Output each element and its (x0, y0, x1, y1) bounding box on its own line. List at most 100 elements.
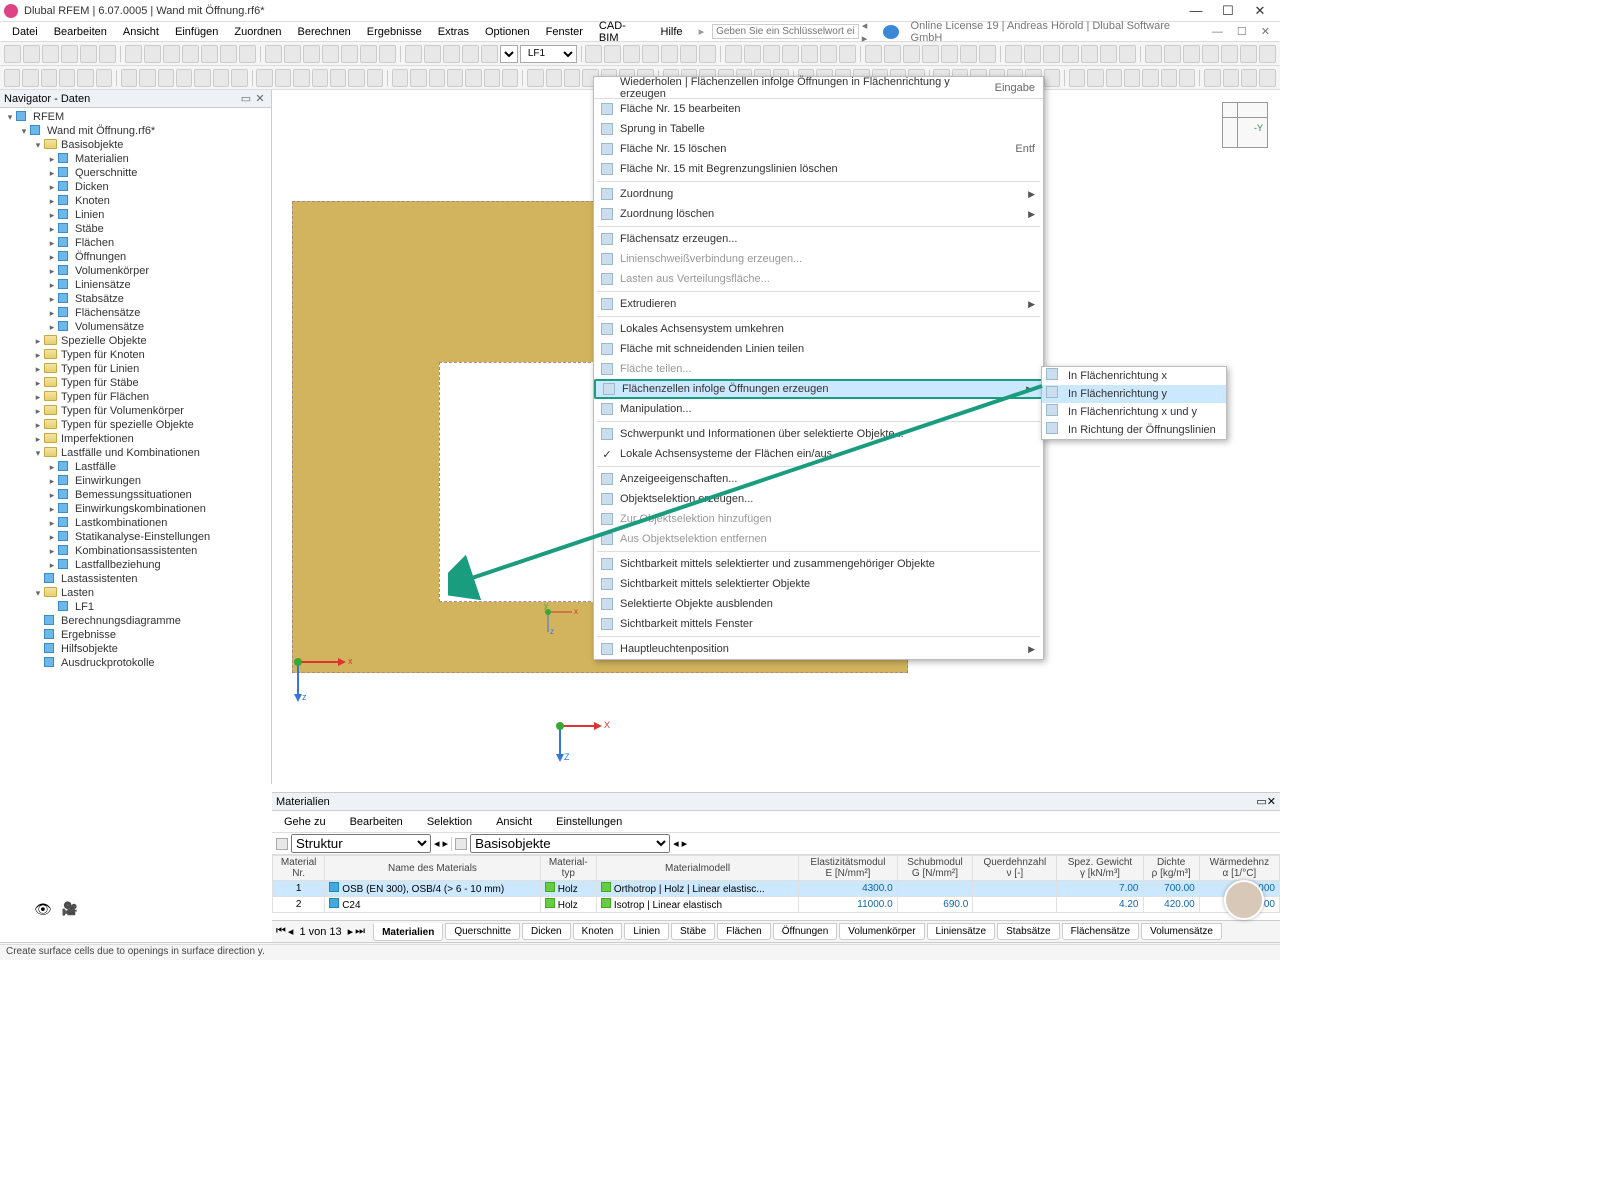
toolbar-button[interactable] (1100, 45, 1117, 63)
ctx-item[interactable]: Zuordnung löschen▶ (594, 204, 1043, 224)
tab-volumensätze[interactable]: Volumensätze (1141, 923, 1222, 940)
ctx-item[interactable]: Fläche Nr. 15 mit Begrenzungslinien lösc… (594, 159, 1043, 179)
tree-row[interactable]: ▸Typen für Linien (4, 362, 267, 376)
toolbar-button[interactable] (99, 45, 116, 63)
tab-dicken[interactable]: Dicken (522, 923, 571, 940)
toolbar-button[interactable] (4, 45, 21, 63)
toolbar-button[interactable] (330, 69, 346, 87)
ctx-item[interactable]: Sichtbarkeit mittels Fenster (594, 614, 1043, 634)
toolbar-button[interactable] (1081, 45, 1098, 63)
camera-icon[interactable]: 🎥 (62, 901, 78, 917)
toolbar-button[interactable] (1087, 69, 1103, 87)
toolbar-button[interactable] (604, 45, 621, 63)
toolbar-button[interactable] (239, 45, 256, 63)
toolbar-button[interactable] (546, 69, 562, 87)
toolbar-button[interactable] (265, 45, 282, 63)
ctx-item[interactable]: Fläche Nr. 15 bearbeiten (594, 99, 1043, 119)
submenu-item[interactable]: In Flächenrichtung y (1042, 385, 1226, 403)
toolbar-button[interactable] (1145, 45, 1162, 63)
toolbar-button[interactable] (447, 69, 463, 87)
tree-row[interactable]: Hilfsobjekte (4, 642, 267, 656)
toolbar-button[interactable] (623, 45, 640, 63)
ctx-item[interactable]: Sichtbarkeit mittels selektierter und zu… (594, 554, 1043, 574)
toolbar-button[interactable] (42, 45, 59, 63)
tree-row[interactable]: ▸Materialien (4, 152, 267, 166)
toolbar-button[interactable] (725, 45, 742, 63)
toolbar-button[interactable] (1223, 69, 1239, 87)
tree-row[interactable]: ▸Typen für Stäbe (4, 376, 267, 390)
toolbar-button[interactable] (744, 45, 761, 63)
tree-row[interactable]: ▸Querschnitte (4, 166, 267, 180)
toolbar-button[interactable] (564, 69, 580, 87)
toolbar-button[interactable] (1044, 69, 1060, 87)
ctx-item[interactable]: Hauptleuchtenposition▶ (594, 639, 1043, 659)
toolbar-button[interactable] (443, 45, 460, 63)
toolbar-button[interactable] (922, 45, 939, 63)
mdi-close-button[interactable]: ✕ (1255, 25, 1276, 38)
bottom-menu-item[interactable]: Bearbeiten (342, 816, 411, 828)
ctx-item[interactable]: Selektierte Objekte ausblenden (594, 594, 1043, 614)
bottom-menu-item[interactable]: Gehe zu (276, 816, 334, 828)
tool-btn[interactable] (276, 838, 288, 850)
toolbar-button[interactable] (1005, 45, 1022, 63)
tree-row[interactable]: Lastassistenten (4, 572, 267, 586)
toolbar-button[interactable] (121, 69, 137, 87)
tree-row[interactable]: ▸Typen für Knoten (4, 348, 267, 362)
tab-materialien[interactable]: Materialien (373, 923, 443, 941)
tab-linien[interactable]: Linien (624, 923, 669, 940)
panel-close-icon[interactable]: ✕ (1267, 795, 1276, 808)
menu-zuordnen[interactable]: Zuordnen (226, 26, 289, 38)
ctx-item[interactable]: Zuordnung▶ (594, 184, 1043, 204)
tree-row[interactable]: ▸Linien (4, 208, 267, 222)
tree-row[interactable]: ▸Volumenkörper (4, 264, 267, 278)
navigator-pin-icon[interactable]: ▭ (239, 92, 253, 105)
eye-icon[interactable]: 👁 (34, 901, 52, 918)
toolbar-button[interactable] (322, 45, 339, 63)
ctx-item[interactable]: Anzeigeeigenschaften... (594, 469, 1043, 489)
navigator-close-icon[interactable]: ✕ (253, 92, 267, 105)
ctx-item[interactable]: Flächensatz erzeugen... (594, 229, 1043, 249)
toolbar-button[interactable] (424, 45, 441, 63)
toolbar-button[interactable] (1240, 45, 1257, 63)
toolbar-button[interactable] (1183, 45, 1200, 63)
toolbar-button[interactable] (484, 69, 500, 87)
panel-pin-icon[interactable]: ▭ (1256, 795, 1266, 808)
tab-flächen[interactable]: Flächen (717, 923, 771, 940)
bottom-menu-item[interactable]: Ansicht (488, 816, 540, 828)
tree-row[interactable]: Ausdruckprotokolle (4, 656, 267, 670)
toolbar-button[interactable] (360, 45, 377, 63)
toolbar-button[interactable] (367, 69, 383, 87)
toolbar-button[interactable] (1241, 69, 1257, 87)
tab-stabsätze[interactable]: Stabsätze (997, 923, 1059, 940)
toolbar-button[interactable] (1179, 69, 1195, 87)
menu-cad-bim[interactable]: CAD-BIM (591, 20, 653, 44)
toolbar-button[interactable] (680, 45, 697, 63)
toolbar-button[interactable] (293, 69, 309, 87)
toolbar-button[interactable] (820, 45, 837, 63)
toolbar-button[interactable] (1221, 45, 1238, 63)
toolbar-button[interactable] (1106, 69, 1122, 87)
toolbar-button[interactable] (465, 69, 481, 87)
menu-fenster[interactable]: Fenster (538, 26, 591, 38)
tab-querschnitte[interactable]: Querschnitte (445, 923, 520, 940)
toolbar-button[interactable] (59, 69, 75, 87)
submenu-item[interactable]: In Flächenrichtung x (1042, 367, 1226, 385)
orientation-cube[interactable]: -Y (1222, 102, 1268, 148)
toolbar-button[interactable] (763, 45, 780, 63)
toolbar-button[interactable] (502, 69, 518, 87)
tree-row[interactable]: ▾Wand mit Öffnung.rf6* (4, 124, 267, 138)
toolbar-button[interactable] (979, 45, 996, 63)
ctx-item[interactable]: Schwerpunkt und Informationen über selek… (594, 424, 1043, 444)
tab-knoten[interactable]: Knoten (573, 923, 623, 940)
tree-row[interactable]: ▸Knoten (4, 194, 267, 208)
toolbar-button[interactable] (201, 45, 218, 63)
keyword-search-input[interactable] (712, 24, 859, 39)
toolbar-button[interactable] (527, 69, 543, 87)
ctx-item[interactable]: Fläche mit schneidenden Linien teilen (594, 339, 1043, 359)
menu-ergebnisse[interactable]: Ergebnisse (359, 26, 430, 38)
toolbar-button[interactable] (213, 69, 229, 87)
tab-volumenkörper[interactable]: Volumenkörper (839, 923, 924, 940)
tree-row[interactable]: ▸Imperfektionen (4, 432, 267, 446)
toolbar-button[interactable] (61, 45, 78, 63)
toolbar-button[interactable] (1062, 45, 1079, 63)
